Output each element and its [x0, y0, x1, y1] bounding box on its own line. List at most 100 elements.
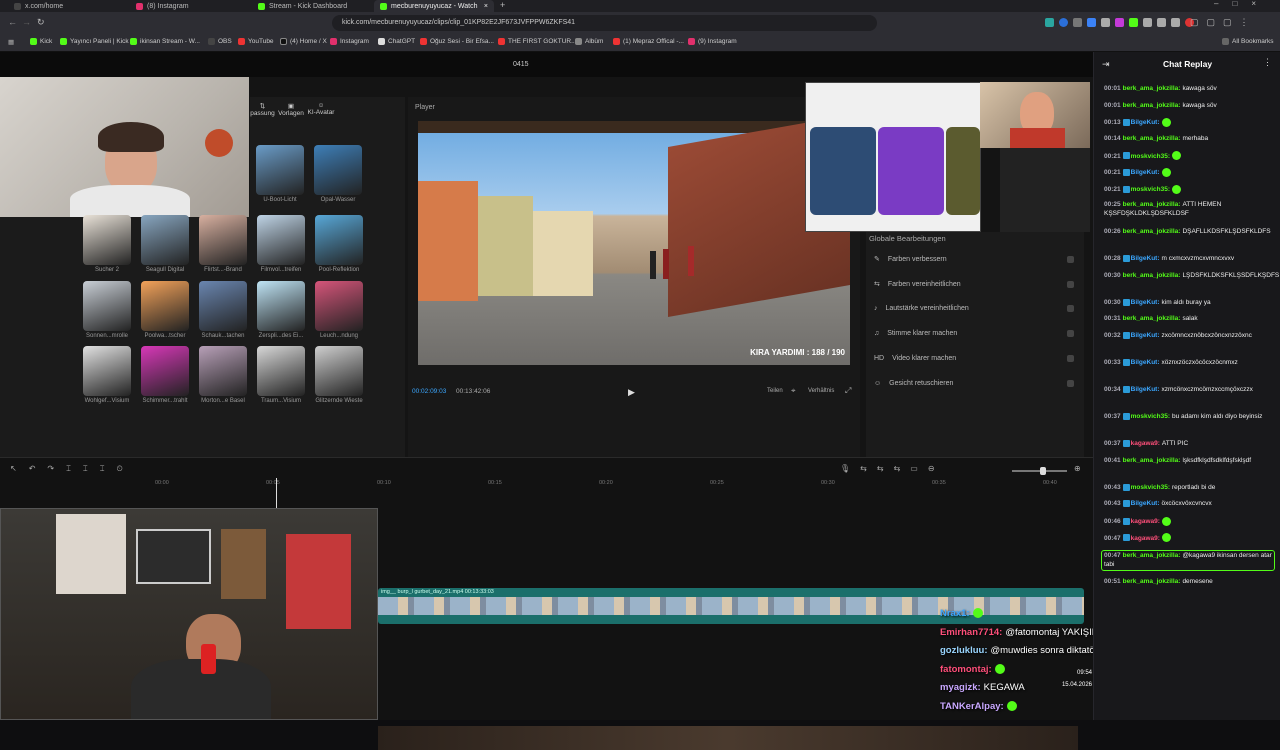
- toggle-switch[interactable]: [1067, 280, 1074, 288]
- bookmark-item[interactable]: THE FIRST GOKTUR...: [498, 38, 577, 45]
- bookmark-item[interactable]: YouTube: [238, 38, 274, 45]
- toggle-switch[interactable]: [1067, 380, 1074, 387]
- chat-username[interactable]: moskvich35:: [1131, 484, 1170, 491]
- chat-username[interactable]: BilgeKut:: [1131, 386, 1160, 393]
- chat-username[interactable]: berk_ama_jokzilla:: [1123, 552, 1181, 559]
- poster-shape: [221, 529, 266, 599]
- chat-username[interactable]: BilgeKut:: [1131, 299, 1160, 306]
- close-icon[interactable]: ×: [484, 3, 488, 10]
- chat-username[interactable]: berk_ama_jokzilla:: [1123, 85, 1181, 92]
- chat-username[interactable]: kagawa9:: [1131, 440, 1160, 447]
- effect-thumbnail[interactable]: [257, 215, 305, 265]
- chat-timestamp: 00:21: [1104, 169, 1121, 177]
- chat-username[interactable]: BilgeKut:: [1131, 332, 1160, 339]
- chat-username[interactable]: BilgeKut:: [1131, 255, 1160, 262]
- chat-username[interactable]: kagawa9:: [1131, 518, 1160, 525]
- bookmark-item[interactable]: (4) Home / X: [280, 38, 327, 45]
- play-button[interactable]: ▶: [628, 387, 635, 398]
- back-icon[interactable]: ←: [8, 17, 17, 27]
- timeline-right-tools[interactable]: 🎙⇆⇆⇆▭⊖: [840, 464, 945, 473]
- fullscreen-icon[interactable]: ⤢: [845, 386, 851, 396]
- zoom-in-icon[interactable]: ⊕: [1074, 464, 1081, 473]
- bookmark-item[interactable]: Instagram: [330, 38, 369, 45]
- effect-thumbnail[interactable]: [141, 346, 189, 396]
- chat-username[interactable]: berk_ama_jokzilla:: [1123, 457, 1181, 464]
- effect-thumbnail[interactable]: [314, 145, 362, 195]
- chat-username[interactable]: moskvich35:: [1131, 413, 1170, 420]
- forward-icon[interactable]: →: [22, 17, 31, 27]
- global-edit-item[interactable]: ♪ Lautstärke vereinheitlichen: [874, 305, 1074, 312]
- bookmark-item[interactable]: (9) Instagram: [688, 38, 737, 45]
- bookmark-item[interactable]: OBS: [208, 38, 232, 45]
- effect-thumbnail[interactable]: [256, 145, 304, 195]
- effect-thumbnail[interactable]: [141, 215, 189, 265]
- effect-thumbnail[interactable]: [199, 346, 247, 396]
- tool-ki-avatar[interactable]: ☺ KI-Avatar: [306, 102, 336, 116]
- chat-username[interactable]: berk_ama_jokzilla:: [1123, 578, 1181, 585]
- chat-username[interactable]: kagawa9:: [1131, 535, 1160, 542]
- effect-thumbnail[interactable]: [315, 281, 363, 331]
- tab-kick-watch[interactable]: mecburenuyuyucaz - Watch ×: [374, 0, 494, 12]
- chat-text: kawaga söv: [1182, 101, 1217, 109]
- video-preview[interactable]: KIRA YARDIMI : 188 / 190: [418, 121, 850, 365]
- reload-icon[interactable]: ↻: [37, 17, 45, 28]
- tab-instagram[interactable]: (8) Instagram: [130, 0, 250, 12]
- chat-username[interactable]: BilgeKut:: [1131, 500, 1160, 507]
- bookmark-item[interactable]: ChatGPT: [378, 38, 415, 45]
- chat-username[interactable]: BilgeKut:: [1131, 359, 1160, 366]
- timeline-tools[interactable]: ↖↶↷⌶⌶⌶⏲: [10, 464, 135, 474]
- effect-thumbnail[interactable]: [83, 215, 131, 265]
- all-bookmarks[interactable]: All Bookmarks: [1222, 38, 1274, 45]
- tab-x[interactable]: x.com/home: [8, 0, 128, 12]
- global-edit-item[interactable]: ♫ Stimme klarer machen: [874, 330, 1074, 337]
- chat-username[interactable]: berk_ama_jokzilla:: [1123, 135, 1181, 142]
- ratio-toggle[interactable]: Verhältnis: [808, 388, 834, 394]
- ruler-tick-label: 00:00: [155, 480, 169, 486]
- chat-menu-icon[interactable]: ⋮: [1263, 57, 1272, 68]
- effect-thumbnail[interactable]: [141, 281, 189, 331]
- toggle-switch[interactable]: [1067, 330, 1074, 337]
- chat-username[interactable]: berk_ama_jokzilla:: [1123, 272, 1181, 279]
- zoom-slider[interactable]: [1012, 467, 1067, 475]
- tool-passung[interactable]: ⇅ passung: [250, 102, 275, 117]
- bookmark-item[interactable]: Yayıncı Paneli | Kick: [60, 38, 129, 45]
- tool-vorlagen[interactable]: ▣ Vorlagen: [278, 102, 304, 117]
- global-edit-item[interactable]: HD Video klarer machen: [874, 355, 1074, 362]
- tab-kick-dashboard[interactable]: Stream - Kick Dashboard: [252, 0, 372, 12]
- global-edit-item[interactable]: ⇆ Farben vereinheitlichen: [874, 280, 1074, 288]
- effect-thumbnail[interactable]: [199, 215, 247, 265]
- chat-username[interactable]: BilgeKut:: [1131, 119, 1160, 126]
- effect-thumbnail[interactable]: [315, 215, 363, 265]
- bookmark-item[interactable]: Albüm: [575, 38, 603, 45]
- chat-username[interactable]: berk_ama_jokzilla:: [1123, 228, 1181, 235]
- extension-icons[interactable]: [1045, 18, 1194, 27]
- browser-menu-icons[interactable]: ▢▢▢⋮: [1190, 17, 1257, 28]
- toggle-switch[interactable]: [1067, 305, 1074, 312]
- bookmark-item[interactable]: Kick: [30, 38, 52, 45]
- chat-username[interactable]: berk_ama_jokzilla:: [1123, 201, 1181, 208]
- chat-username[interactable]: BilgeKut:: [1131, 169, 1160, 176]
- chat-username[interactable]: berk_ama_jokzilla:: [1123, 315, 1181, 322]
- new-tab-button[interactable]: +: [500, 0, 505, 10]
- chat-username[interactable]: berk_ama_jokzilla:: [1123, 102, 1181, 109]
- effect-thumbnail[interactable]: [83, 346, 131, 396]
- snapshot-icon[interactable]: ⌖: [791, 386, 796, 396]
- toggle-switch[interactable]: [1067, 355, 1074, 362]
- apps-icon[interactable]: ▦: [8, 38, 14, 46]
- toggle-switch[interactable]: [1067, 255, 1074, 263]
- bookmark-item[interactable]: (1) Mepraz Offical -...: [613, 38, 684, 45]
- chat-username[interactable]: moskvich35:: [1131, 186, 1170, 193]
- effect-thumbnail[interactable]: [315, 346, 363, 396]
- effect-thumbnail[interactable]: [257, 281, 305, 331]
- window-controls[interactable]: –□×: [1214, 0, 1270, 8]
- share-toggle[interactable]: Teilen: [767, 388, 783, 394]
- global-edit-item[interactable]: ✎ Farben verbessern: [874, 255, 1074, 263]
- effect-thumbnail[interactable]: [83, 281, 131, 331]
- bookmark-item[interactable]: ikinsan Stream - W...: [130, 38, 200, 45]
- effect-thumbnail[interactable]: [257, 346, 305, 396]
- effect-thumbnail[interactable]: [199, 281, 247, 331]
- global-edit-item[interactable]: ☺ Gesicht retuschieren: [874, 380, 1074, 387]
- chat-username[interactable]: moskvich35:: [1131, 153, 1170, 160]
- bookmark-item[interactable]: Oğuz Sesi - Bir Efsa...: [420, 38, 494, 45]
- url-field[interactable]: kick.com/mecburenuyuyucaz/clips/clip_01K…: [332, 15, 877, 31]
